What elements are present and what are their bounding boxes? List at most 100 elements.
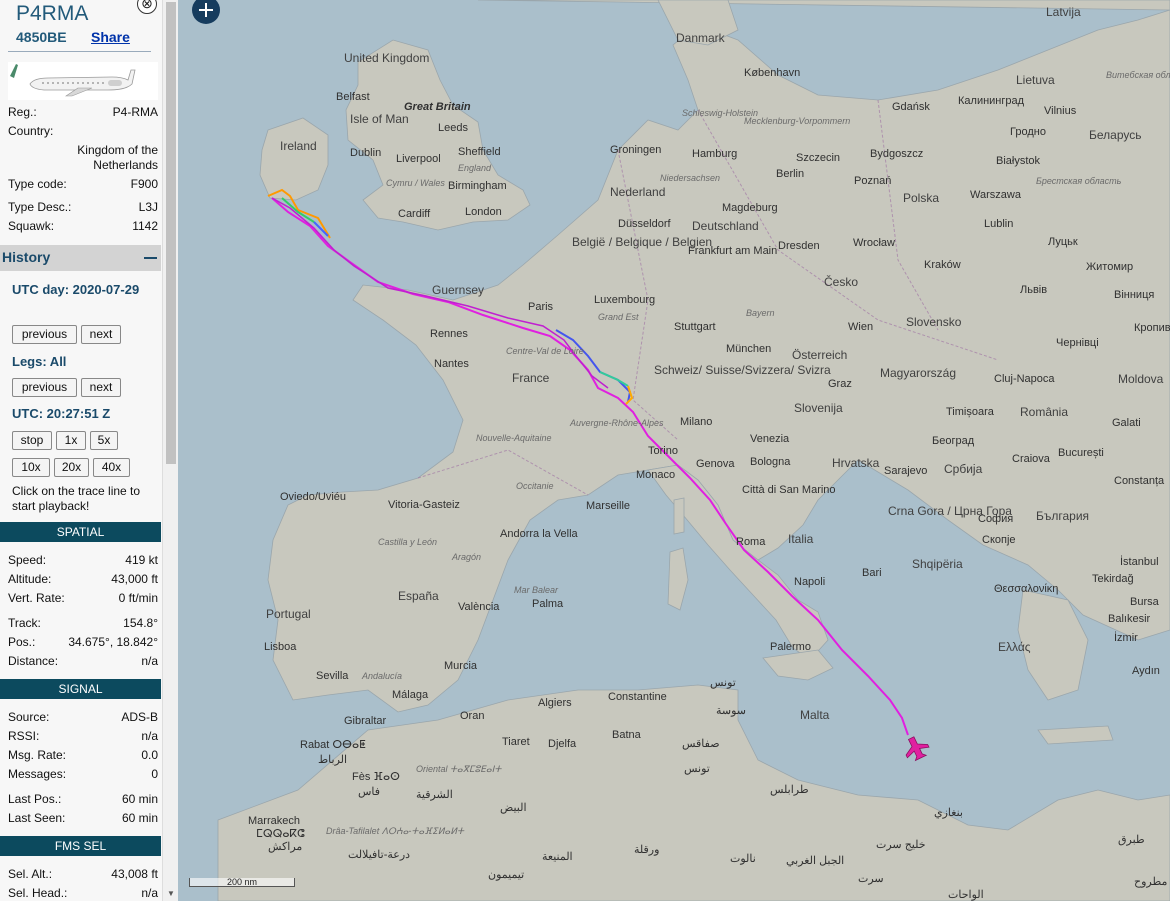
label-bayern: Bayern [746, 308, 775, 318]
label-cesko: Česko [824, 274, 858, 289]
label-palma: Palma [532, 598, 564, 610]
collapse-icon[interactable] [144, 257, 157, 259]
label-polska: Polska [903, 191, 939, 205]
label-berlin: Berlin [776, 168, 804, 180]
detail-label: Squawk: [8, 219, 55, 233]
label-algiers: Algiers [538, 697, 572, 709]
map-canvas[interactable]: United Kingdom Great Britain Ireland Bel… [178, 0, 1170, 901]
label-birmingham: Birmingham [448, 180, 507, 192]
speed-20x-button[interactable]: 20x [54, 458, 89, 477]
detail-value: 1142 [132, 219, 158, 233]
corsica-land [673, 497, 685, 535]
label-jabal: الجبل الغربي [786, 855, 844, 867]
row-value: 43,008 ft [111, 867, 158, 881]
label-marrakech-ber: ⵎⵕⵕⴰⴽⵛ [256, 828, 305, 840]
label-belarus: Беларусь [1089, 128, 1141, 142]
previous-leg-button[interactable]: previous [12, 378, 77, 397]
label-bologna: Bologna [750, 456, 791, 468]
sidebar: P4RMA ⊗ 4850BE Share Reg.: P4-RMA Countr… [0, 0, 178, 901]
label-srbija: Србија [944, 462, 983, 476]
label-tiaret: Tiaret [502, 736, 530, 748]
aircraft-photo[interactable] [8, 62, 158, 100]
label-krakow: Kraków [924, 259, 961, 271]
history-header[interactable]: History [0, 245, 161, 271]
label-groningen: Groningen [610, 144, 661, 156]
sidebar-scrollbar[interactable]: ▼ [162, 0, 178, 901]
label-bulgaria: България [1036, 509, 1089, 523]
label-bayadh: البيض [500, 802, 527, 814]
label-france: France [512, 371, 550, 385]
label-szczecin: Szczecin [796, 152, 840, 164]
label-marrakech: Marrakech [248, 815, 300, 827]
label-oriental: Oriental ⵜⴰⴳⵎⵓⴹⴰⵏⵜ [416, 764, 502, 774]
label-wroclaw: Wrocław [853, 237, 895, 249]
label-venezia: Venezia [750, 433, 790, 445]
label-lietuva: Lietuva [1016, 73, 1055, 87]
label-gdansk: Gdańsk [892, 101, 930, 113]
close-icon: ⊗ [141, 0, 153, 11]
label-lviv: Львів [1020, 284, 1047, 296]
speed-1x-button[interactable]: 1x [56, 431, 86, 450]
label-istanbul: İstanbul [1120, 555, 1159, 568]
label-kaliningrad: Калининград [958, 95, 1025, 107]
label-sharqia: الشرقية [416, 789, 453, 801]
row-label: Sel. Head.: [8, 886, 68, 900]
scrollbar-thumb[interactable] [166, 2, 176, 464]
label-poznan: Poznań [854, 175, 891, 187]
label-warszawa: Warszawa [970, 189, 1022, 201]
label-thessaloniki: Θεσσαλονίκη [994, 583, 1058, 595]
utc-day: UTC day: 2020-07-29 [12, 282, 140, 297]
label-murcia: Murcia [444, 660, 478, 672]
row-label: Last Pos.: [8, 792, 62, 806]
close-button[interactable]: ⊗ [137, 0, 157, 14]
label-sofia: София [978, 513, 1013, 525]
label-monaco: Monaco [636, 469, 675, 481]
map-view[interactable]: United Kingdom Great Britain Ireland Bel… [178, 0, 1170, 901]
label-mecklenburg: Mecklenburg-Vorpommern [744, 116, 850, 126]
label-ellas: Ελλάς [998, 640, 1031, 654]
plus-icon-vertical [205, 3, 207, 17]
label-sousse: سوسة [716, 705, 746, 717]
label-slovensko: Slovensko [906, 315, 962, 329]
label-danmark: Danmark [676, 31, 726, 45]
row-label: Sel. Alt.: [8, 867, 53, 881]
label-bucuresti: București [1058, 447, 1104, 459]
label-draa: Drâa-Tafilalet ⴷⵔⵄⴰ-ⵜⴰⴼⵉⵍⴰⵍⵜ [326, 826, 465, 836]
label-zhytomyr: Житомир [1086, 261, 1133, 273]
speed-10x-button[interactable]: 10x [12, 458, 50, 477]
label-luxembourg: Luxembourg [594, 294, 655, 306]
label-vitoria: Vitoria-Gasteiz [388, 499, 460, 511]
label-valencia: València [458, 601, 500, 613]
share-link[interactable]: Share [91, 29, 130, 45]
label-tripoli: طرابلس [770, 784, 809, 796]
label-hamburg: Hamburg [692, 148, 737, 160]
next-day-button[interactable]: next [81, 325, 121, 344]
speed-40x-button[interactable]: 40x [93, 458, 130, 477]
label-skopje: Скопје [982, 534, 1016, 546]
label-nouvelle: Nouvelle-Aquitaine [476, 433, 552, 443]
label-sheffield: Sheffield [458, 146, 501, 158]
label-sevilla: Sevilla [316, 670, 349, 682]
label-gibraltar: Gibraltar [344, 715, 387, 727]
label-auvergne: Auvergne-Rhône-Alpes [569, 418, 664, 428]
label-lisboa: Lisboa [264, 641, 297, 653]
label-sirte: سرت [858, 873, 884, 885]
stop-button[interactable]: stop [12, 431, 52, 450]
label-magdeburg: Magdeburg [722, 202, 778, 214]
label-beograd: Београд [932, 435, 975, 447]
label-andorra: Andorra la Vella [500, 528, 579, 540]
label-dusseldorf: Düsseldorf [618, 218, 672, 230]
row-value: 34.675°, 18.842° [68, 635, 158, 649]
row-value: 60 min [121, 792, 158, 806]
next-leg-button[interactable]: next [81, 378, 121, 397]
label-bialystok: Białystok [996, 155, 1041, 167]
previous-day-button[interactable]: previous [12, 325, 77, 344]
row-label: Track: [8, 616, 41, 630]
spatial-section-header: SPATIAL [0, 522, 161, 542]
speed-5x-button[interactable]: 5x [90, 431, 118, 450]
scroll-down-arrow-icon[interactable]: ▼ [167, 889, 175, 898]
label-munchen: München [726, 343, 771, 355]
label-ouargla: ورقلة [634, 844, 659, 856]
row-value: n/a [141, 654, 158, 668]
label-wien: Wien [848, 321, 873, 333]
